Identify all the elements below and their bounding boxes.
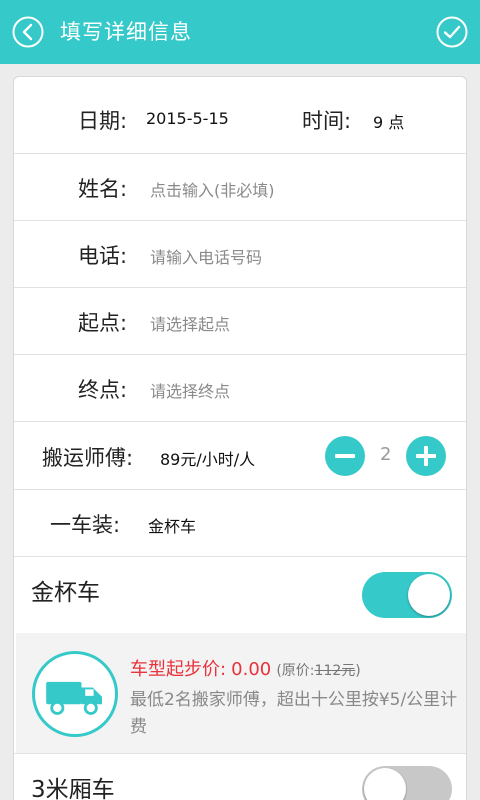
start-label: 起点: bbox=[78, 311, 128, 335]
vehicle-toggle-2[interactable] bbox=[362, 766, 452, 800]
end-row[interactable]: 终点: 请选择终点 bbox=[14, 355, 466, 422]
name-label: 姓名: bbox=[78, 177, 128, 201]
phone-row[interactable]: 电话: 请输入电话号码 bbox=[14, 221, 466, 288]
truck-icon bbox=[32, 651, 118, 737]
movers-price: 89元/小时/人 bbox=[160, 450, 256, 469]
name-input[interactable]: 点击输入(非必填) bbox=[150, 177, 275, 201]
vehicle-name: 金杯车 bbox=[31, 580, 100, 606]
phone-input[interactable]: 请输入电话号码 bbox=[150, 244, 262, 268]
time-label: 时间: bbox=[302, 109, 352, 133]
load-label: 一车装: bbox=[50, 513, 121, 537]
toggle-knob bbox=[408, 574, 450, 616]
minus-icon bbox=[335, 454, 355, 458]
movers-count: 2 bbox=[380, 444, 392, 465]
load-value: 金杯车 bbox=[148, 517, 197, 536]
confirm-check-icon[interactable] bbox=[436, 16, 468, 48]
vehicle-option-row-2: 3米厢车 bbox=[14, 753, 466, 800]
decrease-movers-button[interactable] bbox=[325, 436, 365, 476]
vehicle-description: 最低2名搬家师傅，超出十公里按¥5/公里计费 bbox=[130, 690, 458, 737]
toggle-knob-2 bbox=[364, 768, 406, 800]
date-value[interactable]: 2015-5-15 bbox=[146, 109, 229, 128]
movers-label: 搬运师傅: bbox=[42, 446, 134, 470]
vehicle-name-2: 3米厢车 bbox=[31, 777, 115, 800]
end-picker[interactable]: 请选择终点 bbox=[150, 378, 230, 402]
increase-movers-button[interactable] bbox=[406, 436, 446, 476]
original-price: (原价:112元) bbox=[276, 663, 361, 679]
load-row: 一车装: 金杯车 bbox=[14, 490, 466, 557]
start-row[interactable]: 起点: 请选择起点 bbox=[14, 288, 466, 355]
starting-price-value: 0.00 bbox=[231, 659, 272, 680]
top-bar: 填写详细信息 bbox=[0, 0, 480, 64]
time-value[interactable]: 9 点 bbox=[373, 109, 404, 133]
name-row[interactable]: 姓名: 点击输入(非必填) bbox=[14, 154, 466, 221]
back-arrow-icon[interactable] bbox=[12, 16, 44, 48]
vehicle-option-row: 金杯车 bbox=[14, 557, 466, 633]
end-label: 终点: bbox=[78, 378, 128, 402]
vehicle-toggle[interactable] bbox=[362, 572, 452, 618]
starting-price-label: 车型起步价: bbox=[130, 659, 227, 680]
movers-row: 搬运师傅: 89元/小时/人 2 bbox=[14, 422, 466, 490]
vehicle-detail-panel: 车型起步价: 0.00 (原价:112元) 最低2名搬家师傅，超出十公里按¥5/… bbox=[16, 633, 466, 753]
page-title: 填写详细信息 bbox=[60, 20, 192, 44]
date-label: 日期: bbox=[78, 109, 128, 133]
price-line: 车型起步价: 0.00 (原价:112元) bbox=[130, 655, 361, 681]
date-time-row: 日期: 2015-5-15 时间: 9 点 bbox=[14, 77, 466, 154]
order-form-card: 日期: 2015-5-15 时间: 9 点 姓名: 点击输入(非必填) 电话: … bbox=[13, 76, 467, 800]
start-picker[interactable]: 请选择起点 bbox=[150, 311, 230, 335]
phone-label: 电话: bbox=[78, 244, 128, 268]
